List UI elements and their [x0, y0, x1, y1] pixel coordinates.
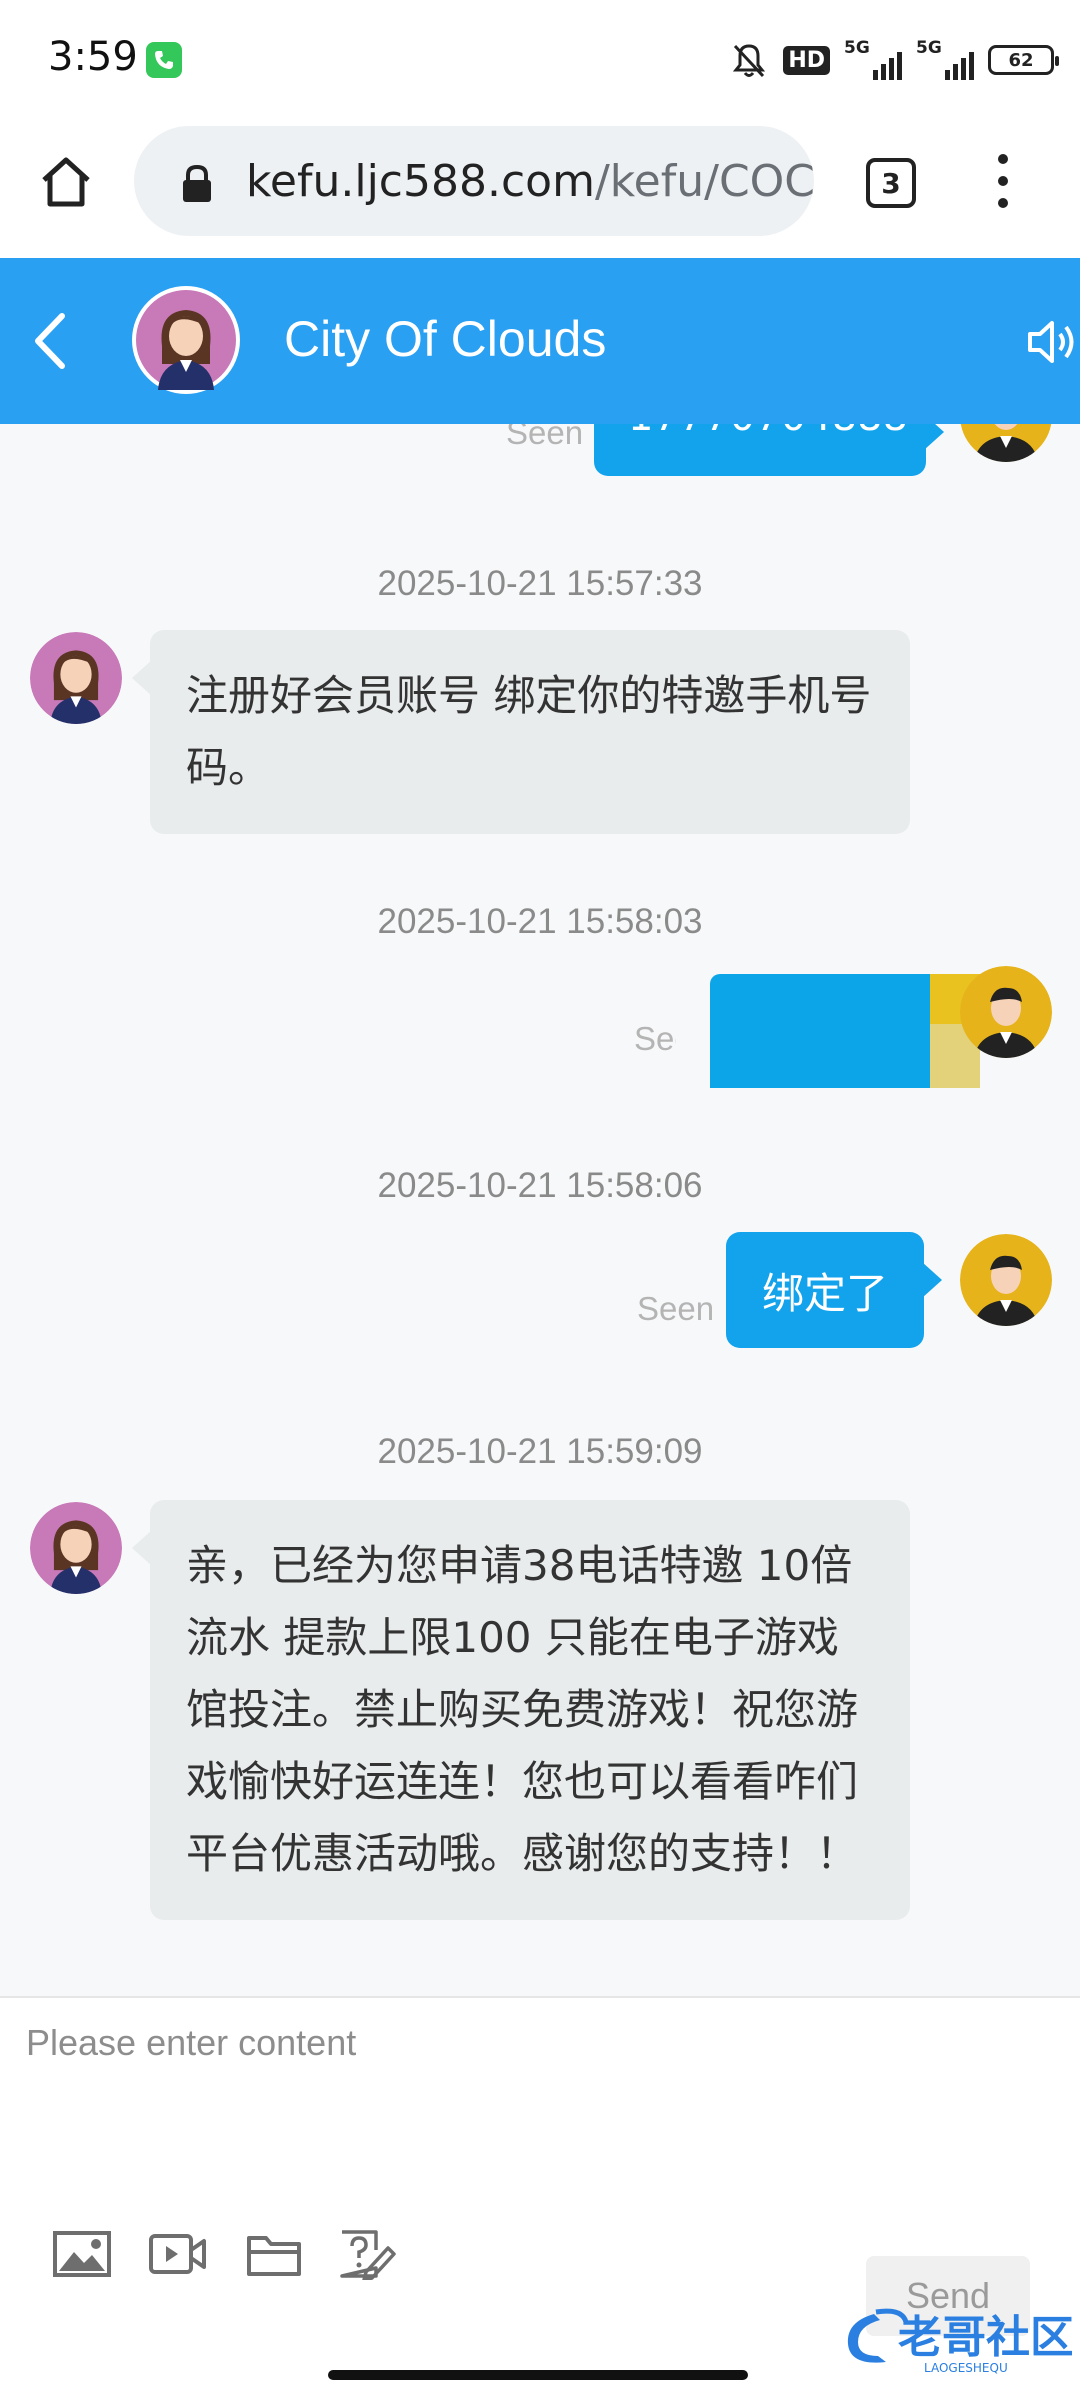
message-text: 注册好会员账号 绑定你的特邀手机号码。 [186, 671, 872, 792]
status-bar: 3:59 HD 5G 5G 62 [0, 0, 1080, 120]
url-domain: kefu.ljc588.com [246, 156, 595, 207]
home-button[interactable] [34, 150, 98, 214]
message-input[interactable] [26, 2022, 1056, 2202]
signal-icon: 5G [844, 38, 902, 80]
watermark-text: 老哥社区 [898, 2312, 1072, 2363]
home-icon [42, 157, 90, 207]
message-bubble-in[interactable]: 注册好会员账号 绑定你的特邀手机号码。 [132, 630, 910, 834]
seen-label: Seen [637, 1290, 715, 1327]
video-icon [149, 2234, 206, 2274]
phone-call-icon [146, 42, 182, 78]
message-bubble-in[interactable]: 亲，已经为您申请38电话特邀 10倍流水 提款上限100 只能在电子游戏馆投注。… [132, 1500, 910, 1920]
user-avatar-icon [960, 1234, 1052, 1326]
watermark-subtext: LAOGESHEQU [924, 2361, 1008, 2375]
chat-title: City Of Clouds [284, 311, 607, 367]
timestamp: 2025-10-21 15:57:33 [377, 564, 703, 603]
agent-avatar-icon [30, 632, 122, 724]
speaker-icon [1028, 321, 1074, 363]
send-file-button[interactable] [244, 2228, 304, 2280]
tab-count: 3 [881, 166, 901, 200]
browser-toolbar: kefu.ljc588.com/kefu/COC 3 [0, 120, 1080, 258]
message-text: 绑定了 [761, 1268, 888, 1318]
mute-bell-icon [733, 44, 766, 78]
url-text: kefu.ljc588.com/kefu/COC [246, 156, 814, 207]
seen-label: Seen [634, 1020, 676, 1057]
overflow-menu-button[interactable] [988, 154, 1018, 214]
agent-avatar [30, 632, 122, 724]
user-avatar-icon [960, 424, 1052, 462]
back-button[interactable] [26, 308, 76, 374]
message-bubble-out[interactable]: 17770704888 [594, 424, 944, 476]
agent-avatar [132, 286, 240, 394]
image-icon [53, 2231, 111, 2277]
url-path: /kefu/COC [594, 156, 814, 207]
network-label-2: 5G [916, 38, 942, 58]
battery-icon: 62 [988, 45, 1059, 75]
timestamp: 2025-10-21 15:58:03 [377, 902, 703, 941]
agent-avatar-icon [136, 290, 236, 390]
message-bubble-out[interactable]: 绑定了 [726, 1232, 942, 1348]
address-bar[interactable]: kefu.ljc588.com/kefu/COC [134, 126, 814, 236]
message-list[interactable]: Seen 17770704888 2025-10-21 15:57:33 注册好… [0, 424, 1080, 1996]
user-avatar [960, 1234, 1052, 1326]
seen-label: Seen [506, 424, 584, 451]
agent-avatar [30, 1502, 122, 1594]
message-text: 17770704888 [628, 424, 908, 440]
user-avatar [960, 966, 1052, 1058]
home-indicator[interactable] [328, 2370, 748, 2380]
network-label: 5G [844, 38, 870, 58]
battery-level: 62 [1008, 49, 1034, 71]
watermark-logo: 老哥社区 LAOGESHEQU [836, 2300, 1074, 2380]
lock-icon [183, 164, 211, 202]
chevron-left-icon [35, 313, 65, 369]
send-video-button[interactable] [148, 2228, 208, 2280]
timestamp: 2025-10-21 15:58:06 [377, 1166, 703, 1205]
status-icons: HD 5G 5G 62 [729, 38, 1059, 82]
status-time: 3:59 [48, 34, 138, 80]
tab-switcher-button[interactable]: 3 [866, 158, 916, 208]
folder-icon [247, 2236, 301, 2276]
timestamp: 2025-10-21 15:59:09 [377, 1432, 703, 1471]
faq-icon [340, 2230, 396, 2282]
sound-toggle-button[interactable] [1024, 314, 1080, 370]
hd-badge: HD [783, 45, 830, 75]
agent-avatar-icon [30, 1502, 122, 1594]
send-image-button[interactable] [52, 2228, 112, 2280]
signal-icon-2: 5G [916, 38, 974, 80]
faq-button[interactable] [336, 2228, 396, 2282]
chat-header: City Of Clouds [0, 258, 1080, 424]
user-avatar [960, 424, 1052, 462]
user-avatar-icon [960, 966, 1052, 1058]
message-text: 亲，已经为您申请38电话特邀 10倍流水 提款上限100 只能在电子游戏馆投注。… [186, 1541, 859, 1878]
